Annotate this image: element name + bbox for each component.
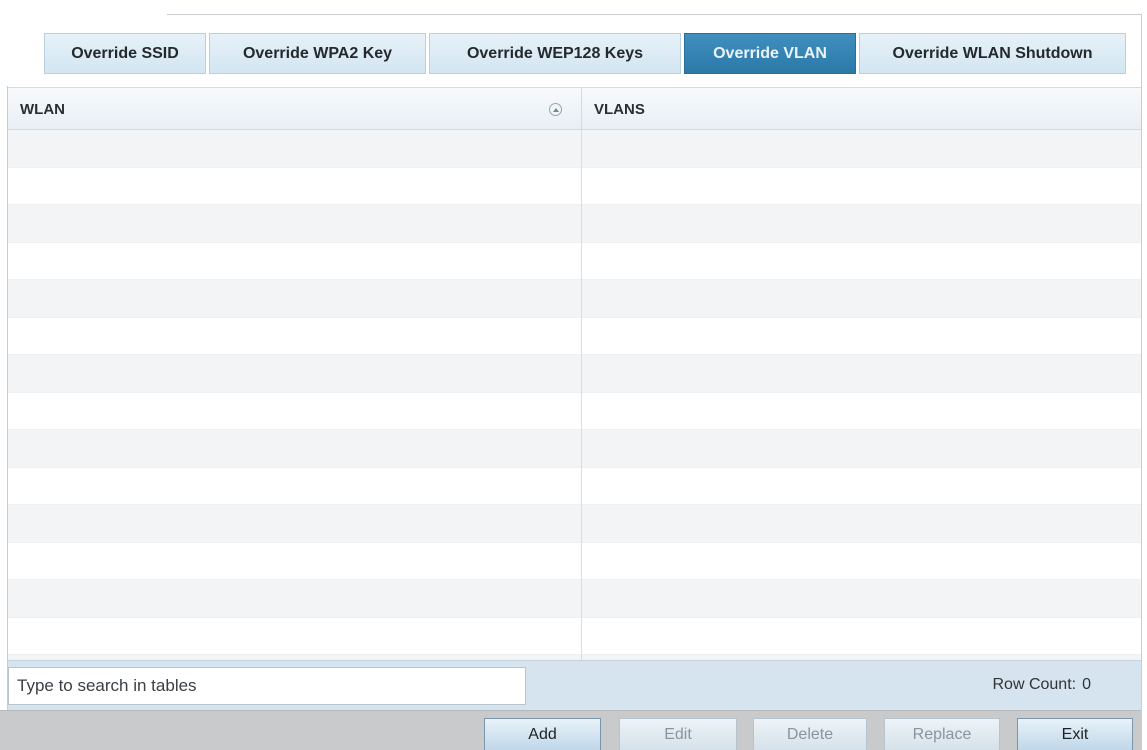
column-header-wlan[interactable]: WLAN (20, 88, 65, 130)
table-row (8, 467, 1141, 505)
table-search-input[interactable] (8, 667, 526, 705)
table-row (8, 205, 1141, 243)
right-border (1141, 14, 1142, 750)
action-button-bar: Add Edit Delete Replace Exit (0, 710, 1141, 750)
table-row (8, 280, 1141, 318)
table-row (8, 242, 1141, 280)
tab-override-vlan[interactable]: Override VLAN (684, 33, 856, 74)
tab-override-wpa2-key[interactable]: Override WPA2 Key (209, 33, 426, 74)
exit-button[interactable]: Exit (1017, 718, 1133, 750)
table-footer: Row Count: 0 (8, 660, 1141, 710)
tab-override-wlan-shutdown[interactable]: Override WLAN Shutdown (859, 33, 1126, 74)
top-border (167, 14, 1142, 15)
edit-button[interactable]: Edit (619, 718, 737, 750)
column-header-vlans[interactable]: VLANS (594, 88, 645, 130)
table-row (8, 542, 1141, 580)
table-row (8, 317, 1141, 355)
row-count: Row Count: 0 (993, 676, 1092, 694)
table-row (8, 167, 1141, 205)
table-row (8, 505, 1141, 543)
delete-button[interactable]: Delete (753, 718, 867, 750)
table-row (8, 430, 1141, 468)
add-button[interactable]: Add (484, 718, 601, 750)
tab-override-ssid[interactable]: Override SSID (44, 33, 206, 74)
replace-button[interactable]: Replace (884, 718, 1000, 750)
column-divider (581, 130, 582, 660)
sort-ascending-icon[interactable] (549, 103, 562, 116)
override-vlan-table: WLAN VLANS (8, 87, 1141, 660)
tab-override-wep128-keys[interactable]: Override WEP128 Keys (429, 33, 681, 74)
row-count-value: 0 (1082, 676, 1091, 693)
table-body (8, 130, 1141, 660)
override-dialog: Override SSID Override WPA2 Key Override… (0, 0, 1147, 750)
table-row (8, 355, 1141, 393)
override-tabs: Override SSID Override WPA2 Key Override… (44, 33, 1126, 74)
table-row (8, 580, 1141, 618)
table-row (8, 617, 1141, 655)
table-row (8, 130, 1141, 168)
table-row (8, 392, 1141, 430)
table-header: WLAN VLANS (8, 88, 1141, 130)
header-divider (581, 88, 582, 130)
row-count-label: Row Count: (992, 676, 1077, 693)
